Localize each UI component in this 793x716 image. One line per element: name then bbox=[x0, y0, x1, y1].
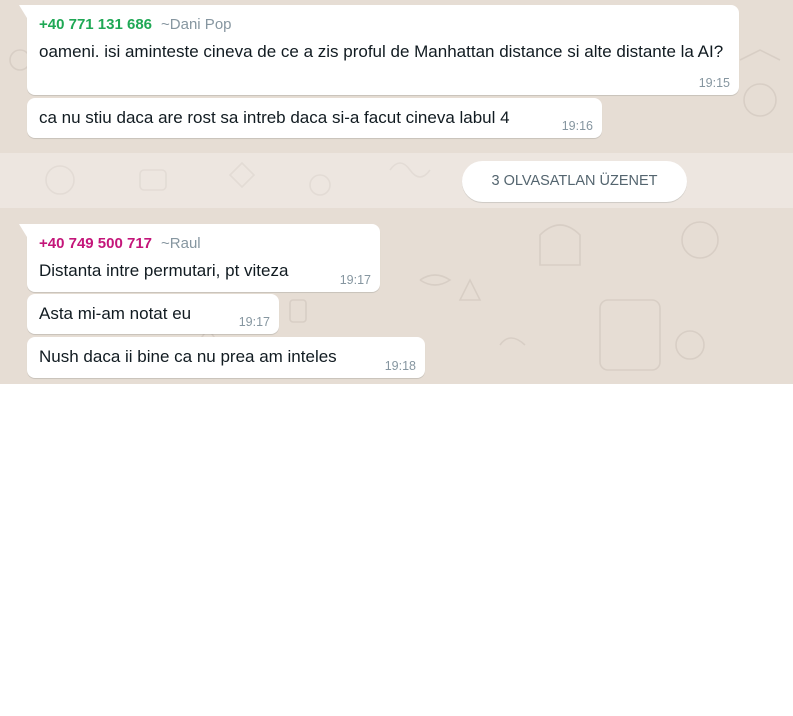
message-text: Nush daca ii bine ca nu prea am inteles bbox=[39, 347, 337, 366]
message-text: Distanta intre permutari, pt viteza bbox=[39, 261, 289, 280]
message-timestamp: 19:18 bbox=[384, 359, 416, 373]
message-bubble-incoming[interactable]: Asta mi-am notat eu 19:17 bbox=[27, 294, 279, 334]
sender-nickname: ~Dani Pop bbox=[161, 16, 232, 33]
unread-messages-divider: 3 OLVASATLAN ÜZENET bbox=[462, 161, 687, 202]
message-text: oameni. isi aminteste cineva de ce a zis… bbox=[39, 42, 724, 61]
message-timestamp: 19:15 bbox=[698, 76, 730, 90]
message-timestamp: 19:16 bbox=[561, 119, 593, 133]
message-timestamp: 19:17 bbox=[339, 273, 371, 287]
chat-message-pane[interactable]: +40 771 131 686 ~Dani Pop oameni. isi ami… bbox=[0, 0, 793, 384]
message-text: Asta mi-am notat eu bbox=[39, 304, 192, 323]
message-timestamp: 19:17 bbox=[238, 315, 270, 329]
sender-phone[interactable]: +40 749 500 717 bbox=[39, 235, 152, 252]
message-bubble-incoming[interactable]: ca nu stiu daca are rost sa intreb daca … bbox=[27, 98, 602, 138]
message-text: ca nu stiu daca are rost sa intreb daca … bbox=[39, 108, 510, 127]
message-sender: +40 771 131 686 ~Dani Pop bbox=[39, 16, 232, 33]
sender-phone[interactable]: +40 771 131 686 bbox=[39, 16, 152, 33]
sender-nickname: ~Raul bbox=[161, 235, 201, 252]
message-bubble-incoming[interactable]: +40 771 131 686 ~Dani Pop oameni. isi ami… bbox=[19, 5, 739, 95]
message-bubble-incoming[interactable]: +40 749 500 717 ~Raul Distanta intre perm… bbox=[19, 224, 380, 292]
message-bubble-incoming[interactable]: Nush daca ii bine ca nu prea am inteles … bbox=[27, 337, 425, 378]
message-sender: +40 749 500 717 ~Raul bbox=[39, 235, 201, 252]
